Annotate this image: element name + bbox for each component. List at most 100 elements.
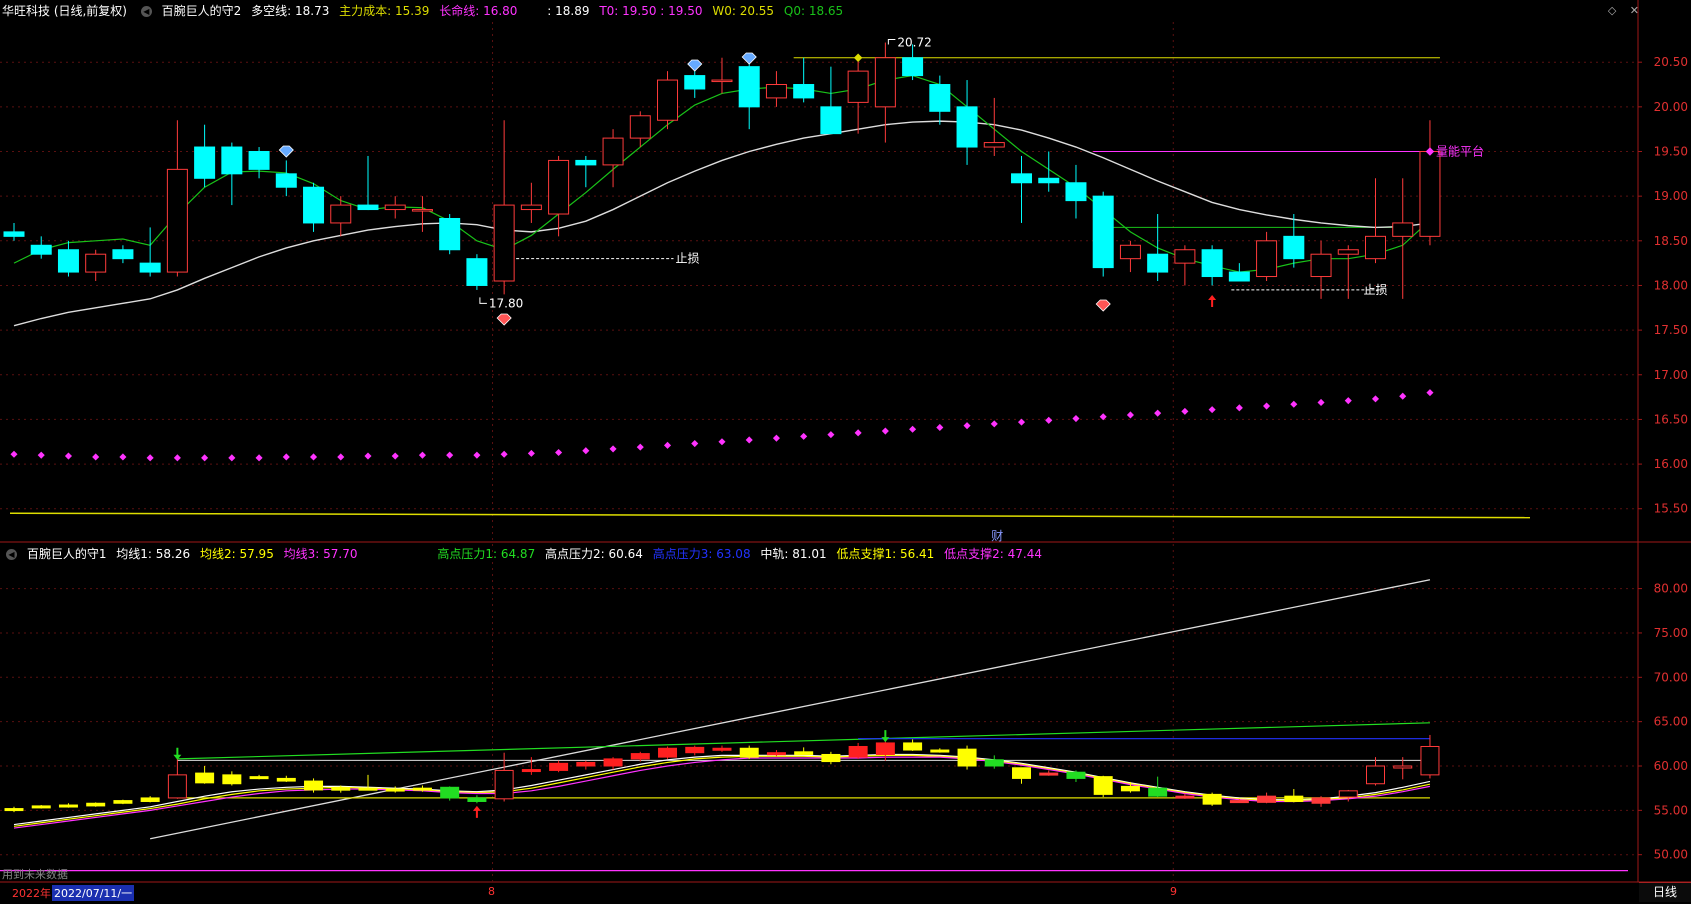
candle <box>411 209 433 212</box>
candle <box>1228 271 1250 282</box>
sub-candle <box>848 745 868 758</box>
sub-candle <box>630 753 650 760</box>
sub-tick-label: 55.00 <box>1654 803 1688 817</box>
candle <box>793 84 815 99</box>
sub-candle <box>1093 776 1113 795</box>
close-icon[interactable]: ✕ <box>1630 4 1639 17</box>
sub-candle <box>412 787 432 791</box>
sub-candle <box>1338 790 1358 798</box>
changming-dot <box>1235 404 1243 412</box>
candle <box>1038 177 1060 184</box>
sub-candle <box>875 742 895 755</box>
candle <box>303 186 325 224</box>
changming-dot <box>609 445 617 453</box>
w0-value: W0: 20.55 <box>712 4 775 18</box>
candle <box>1392 222 1414 237</box>
sub-candle <box>467 797 487 802</box>
sub-candle <box>167 774 187 799</box>
changming-dot <box>827 431 835 439</box>
changming-value: 长命线: 16.80 <box>439 4 518 18</box>
changming-dot <box>1426 389 1434 397</box>
changming-dot <box>800 432 808 440</box>
hp1-value: 高点压力1: 64.87 <box>437 547 536 561</box>
q0-value: Q0: 18.65 <box>783 4 844 18</box>
candle <box>248 151 270 170</box>
future-data-note: 用到未来数据 <box>2 868 68 881</box>
hp3-value: 高点压力3: 63.08 <box>652 547 751 561</box>
changming-dot <box>92 453 100 461</box>
mid-value: 中轨: 81.01 <box>760 547 827 561</box>
candle <box>493 204 515 282</box>
sub-indicator-name[interactable]: 百腕巨人的守1 <box>27 547 107 561</box>
changming-dot <box>718 438 726 446</box>
changming-dot <box>745 436 753 444</box>
candle <box>548 159 570 215</box>
candle <box>330 204 352 224</box>
price-tick-label: 19.50 <box>1654 145 1688 159</box>
candle <box>1065 182 1087 202</box>
candle <box>1174 249 1196 264</box>
stop-loss-label-2: 止损 <box>1364 283 1388 297</box>
stock-chart: 15.50 16.00 16.50 17.00 17.50 18.00 18.50 19.00… <box>0 0 1691 883</box>
sub-candle <box>494 769 514 800</box>
platform-label: 量能平台 <box>1436 144 1484 159</box>
candle <box>820 106 842 135</box>
sub-candle <box>1175 795 1195 799</box>
zhuli-cost-value: 主力成本: 15.39 <box>339 4 430 18</box>
sub-candle <box>1120 785 1140 792</box>
changming-dot <box>1126 411 1134 419</box>
sub-candle <box>712 747 732 751</box>
candle <box>765 84 787 99</box>
sub-candle <box>58 804 78 808</box>
duokong-value: 多空线: 18.73 <box>251 4 330 18</box>
sub-candle <box>1202 793 1222 805</box>
sub-candle <box>249 776 269 780</box>
stock-title[interactable]: 华旺科技 (日线,前复权) <box>2 4 127 18</box>
sub-candle <box>1366 765 1385 785</box>
sub-candle <box>794 751 814 755</box>
low-marker <box>479 297 487 304</box>
ma2-value: 均线2: 57.95 <box>199 547 274 561</box>
price-tick-label: 15.50 <box>1654 502 1688 516</box>
ma3-value: 均线3: 57.70 <box>283 547 358 561</box>
candle <box>575 159 597 166</box>
collapse-toggle-icon[interactable]: ◀ <box>140 6 152 17</box>
changming-dot <box>418 451 426 459</box>
candle <box>3 231 25 237</box>
changming-dot <box>228 454 236 462</box>
candle <box>956 106 978 148</box>
changming-dot <box>364 452 372 460</box>
changming-dot <box>37 451 45 459</box>
collapse-toggle-icon[interactable]: ◀ <box>6 549 17 560</box>
main-indicator-name[interactable]: 百腕巨人的守2 <box>162 4 242 18</box>
month-8-label: 8 <box>488 885 495 898</box>
changming-dot <box>173 454 181 462</box>
candle <box>275 173 297 188</box>
changming-dot <box>1045 416 1053 424</box>
up-arrow-icon <box>1208 295 1217 307</box>
candle <box>983 142 1005 148</box>
low-price-label: 17.80 <box>489 296 523 310</box>
sub-tick-label: 50.00 <box>1654 848 1688 862</box>
candle <box>1147 253 1169 273</box>
changming-dot <box>1263 402 1271 410</box>
changming-dot <box>201 454 209 462</box>
period-tab-daily[interactable]: 日线 <box>1639 882 1691 902</box>
candle <box>1201 249 1223 278</box>
changming-dot <box>64 452 72 460</box>
price-tick-label: 17.00 <box>1654 368 1688 382</box>
sub-candle <box>903 742 923 751</box>
diamond-icon[interactable]: ◇ <box>1608 4 1616 17</box>
sub-candle <box>930 749 950 753</box>
candle <box>711 79 733 83</box>
candle <box>902 57 924 77</box>
sub-tick-label: 60.00 <box>1654 759 1688 773</box>
ls1-value: 低点支撑1: 56.41 <box>836 547 935 561</box>
candle <box>112 249 134 260</box>
candle <box>357 204 379 211</box>
changming-dot <box>1181 407 1189 415</box>
changming-dot <box>936 423 944 432</box>
sub-candle <box>658 747 678 758</box>
candle <box>847 70 869 103</box>
changming-dot <box>582 447 590 455</box>
